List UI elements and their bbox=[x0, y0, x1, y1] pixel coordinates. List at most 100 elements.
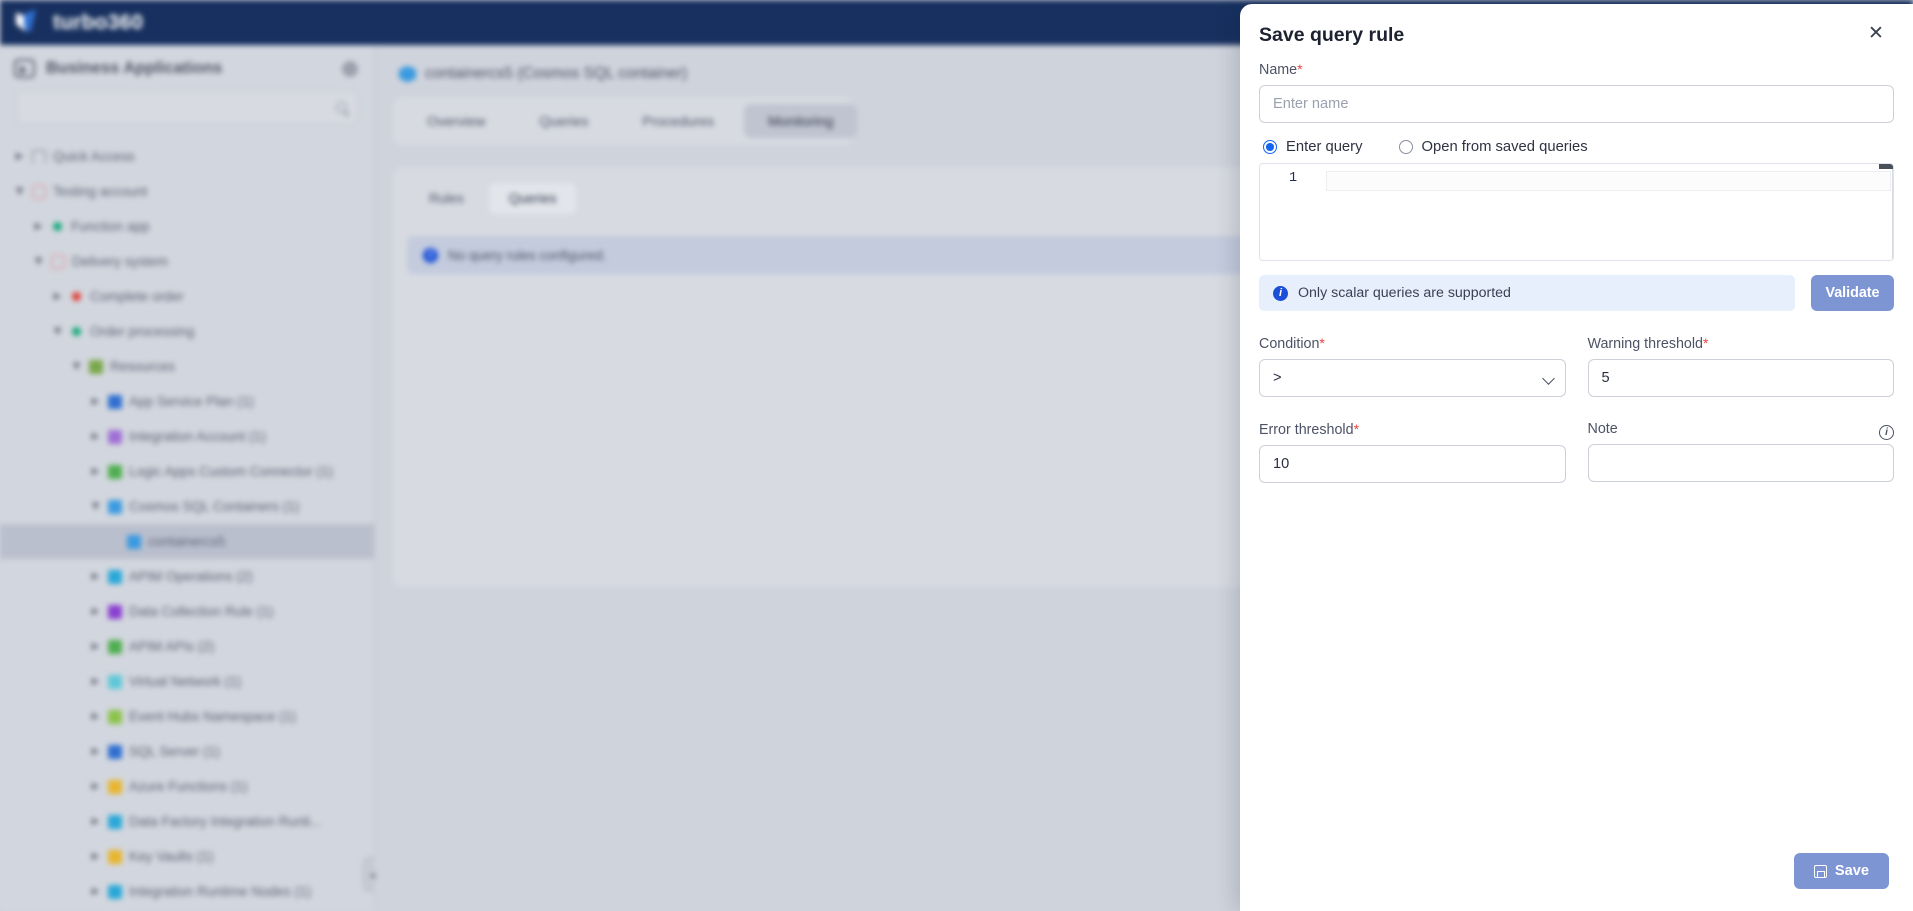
radio-option-enter-query[interactable]: Enter query bbox=[1263, 139, 1363, 155]
tree-item-order-processing[interactable]: ▶ Order processing bbox=[0, 314, 374, 349]
scalar-query-note: i Only scalar queries are supported bbox=[1259, 275, 1795, 311]
chevron-right-icon[interactable]: ▶ bbox=[52, 291, 63, 302]
tree-item-label: App Service Plan (1) bbox=[129, 394, 254, 409]
tree-item-quick-access[interactable]: ▶ Quick Access bbox=[0, 139, 374, 174]
info-outline-icon[interactable]: i bbox=[1879, 425, 1894, 440]
validate-row: i Only scalar queries are supported Vali… bbox=[1259, 275, 1894, 311]
chevron-down-icon[interactable]: ▶ bbox=[14, 186, 25, 197]
chevron-down-icon[interactable]: ▶ bbox=[52, 326, 63, 337]
tree-item-app-service-plan-1[interactable]: ▶ App Service Plan (1) bbox=[0, 384, 374, 419]
tree-item-sql-server-1[interactable]: ▶ SQL Server (1) bbox=[0, 734, 374, 769]
sidebar-search[interactable] bbox=[16, 90, 358, 125]
condition-select[interactable]: ><>=<==!= bbox=[1259, 359, 1566, 397]
radio-label-open-saved: Open from saved queries bbox=[1421, 139, 1588, 155]
tree-item-resources[interactable]: ▶ Resources bbox=[0, 349, 374, 384]
chevron-down-icon[interactable]: ▶ bbox=[71, 361, 82, 372]
editor-scrollbar-thumb[interactable] bbox=[1879, 164, 1893, 169]
drawer-header: Save query rule ✕ bbox=[1240, 4, 1913, 55]
tree-item-label: Azure Functions (1) bbox=[129, 779, 248, 794]
tree-item-integration-account-1[interactable]: ▶ Integration Account (1) bbox=[0, 419, 374, 454]
editor-line-number: 1 bbox=[1288, 171, 1298, 186]
required-marker: * bbox=[1703, 335, 1709, 351]
warning-threshold-input[interactable] bbox=[1587, 359, 1894, 397]
tree-item-delivery-system[interactable]: ▶ Delivery system bbox=[0, 244, 374, 279]
chevron-right-icon[interactable]: ▶ bbox=[90, 886, 101, 897]
tree-item-containercs5[interactable]: ▶containercs5 bbox=[0, 524, 374, 559]
chevron-right-icon[interactable]: ▶ bbox=[90, 851, 101, 862]
chevron-right-icon[interactable]: ▶ bbox=[14, 151, 25, 162]
tree-item-function-app[interactable]: ▶ Function app bbox=[0, 209, 374, 244]
chevron-right-icon[interactable]: ▶ bbox=[90, 746, 101, 757]
chevron-right-icon[interactable]: ▶ bbox=[90, 571, 101, 582]
tree-item-label: Data Factory Integration Runti... bbox=[129, 814, 322, 829]
chevron-right-icon[interactable]: ▶ bbox=[90, 396, 101, 407]
radio-open-saved-queries[interactable] bbox=[1398, 140, 1413, 154]
validate-button[interactable]: Validate bbox=[1811, 275, 1894, 311]
chevron-down-icon[interactable]: ▶ bbox=[33, 256, 44, 267]
editor-text-area[interactable] bbox=[1326, 164, 1893, 260]
tree-item-event-hubs-namespace-1[interactable]: ▶ Event Hubs Namespace (1) bbox=[0, 699, 374, 734]
save-button[interactable]: Save bbox=[1793, 853, 1889, 889]
chevron-right-icon[interactable]: ▶ bbox=[33, 221, 44, 232]
query-editor[interactable]: 1 bbox=[1259, 163, 1894, 261]
cosmos-container-icon bbox=[127, 534, 141, 549]
logic-apps-connector-icon bbox=[108, 464, 122, 479]
editor-gutter: 1 bbox=[1260, 164, 1326, 260]
search-icon bbox=[336, 102, 347, 113]
gear-icon[interactable] bbox=[342, 60, 358, 77]
tree-item-label: Resources bbox=[110, 359, 175, 374]
subtab-queries[interactable]: Queries bbox=[488, 183, 577, 214]
chevron-right-icon[interactable]: ▶ bbox=[90, 711, 101, 722]
required-marker: * bbox=[1353, 421, 1360, 437]
error-threshold-label: Error threshold* bbox=[1259, 421, 1566, 438]
tree-item-azure-functions-1[interactable]: ▶ Azure Functions (1) bbox=[0, 769, 374, 804]
tab-queries[interactable]: Queries bbox=[515, 104, 612, 138]
tree-item-key-vaults-1[interactable]: ▶ Key Vaults (1) bbox=[0, 839, 374, 874]
tree-item-logic-apps-custom-connector-1[interactable]: ▶ Logic Apps Custom Connector (1) bbox=[0, 454, 374, 489]
error-threshold-field: Error threshold* bbox=[1259, 421, 1566, 483]
tree-item-label: Integration Runtime Nodes (1) bbox=[129, 884, 312, 899]
condition-label-text: Condition bbox=[1259, 336, 1320, 352]
tab-monitoring[interactable]: Monitoring bbox=[743, 104, 858, 138]
tree-item-data-factory-integration-runti[interactable]: ▶ Data Factory Integration Runti... bbox=[0, 804, 374, 839]
editor-scrollbar[interactable] bbox=[1879, 164, 1893, 260]
chevron-right-icon[interactable]: ▶ bbox=[90, 816, 101, 827]
name-label-text: Name bbox=[1259, 62, 1298, 78]
tree-item-label: Order processing bbox=[90, 324, 195, 339]
tab-overview[interactable]: Overview bbox=[403, 104, 509, 138]
apim-apis-icon bbox=[108, 639, 122, 654]
chevron-right-icon[interactable]: ▶ bbox=[90, 781, 101, 792]
tree-item-label: Virtual Network (1) bbox=[129, 674, 242, 689]
error-threshold-input[interactable] bbox=[1259, 445, 1566, 483]
tree-item-complete-order[interactable]: ▶ Complete order bbox=[0, 279, 374, 314]
chevron-right-icon[interactable]: ▶ bbox=[90, 676, 101, 687]
tree-item-virtual-network-1[interactable]: ▶ Virtual Network (1) bbox=[0, 664, 374, 699]
tree-item-label: Quick Access bbox=[53, 149, 135, 164]
folder-icon bbox=[51, 254, 65, 269]
editor-active-line[interactable] bbox=[1326, 171, 1891, 191]
tree-item-apim-apis-2[interactable]: ▶ APIM APIs (2) bbox=[0, 629, 374, 664]
close-icon[interactable]: ✕ bbox=[1865, 24, 1887, 46]
note-input[interactable] bbox=[1587, 444, 1894, 482]
chevron-right-icon[interactable]: ▶ bbox=[90, 606, 101, 617]
chevron-down-icon[interactable]: ▶ bbox=[90, 501, 101, 512]
tree-item-cosmos-sql-containers-1[interactable]: ▶ Cosmos SQL Containers (1) bbox=[0, 489, 374, 524]
radio-option-open-saved[interactable]: Open from saved queries bbox=[1398, 139, 1588, 155]
info-icon: i bbox=[423, 247, 438, 263]
tree-item-integration-runtime-nodes-1[interactable]: ▶ Integration Runtime Nodes (1) bbox=[0, 874, 374, 909]
name-input[interactable] bbox=[1259, 85, 1894, 123]
drawer-title: Save query rule bbox=[1259, 24, 1405, 46]
radio-enter-query[interactable] bbox=[1263, 140, 1277, 154]
tab-procedures[interactable]: Procedures bbox=[618, 104, 738, 138]
folder-icon bbox=[32, 184, 46, 199]
thresholds-grid: Condition* ><>=<==!= Warning threshold* … bbox=[1259, 335, 1894, 483]
turbo360-logo-icon bbox=[14, 10, 40, 36]
subtab-rules[interactable]: Rules bbox=[409, 183, 484, 214]
tree-item-testing-account[interactable]: ▶ Testing account bbox=[0, 174, 374, 209]
tree-item-apim-operations-2[interactable]: ▶ APIM Operations (2) bbox=[0, 559, 374, 594]
tree-item-data-collection-rule-1[interactable]: ▶ Data Collection Rule (1) bbox=[0, 594, 374, 629]
chevron-right-icon[interactable]: ▶ bbox=[90, 641, 101, 652]
chevron-right-icon[interactable]: ▶ bbox=[90, 466, 101, 477]
chevron-right-icon[interactable]: ▶ bbox=[90, 431, 101, 442]
name-label: Name* bbox=[1259, 61, 1894, 78]
